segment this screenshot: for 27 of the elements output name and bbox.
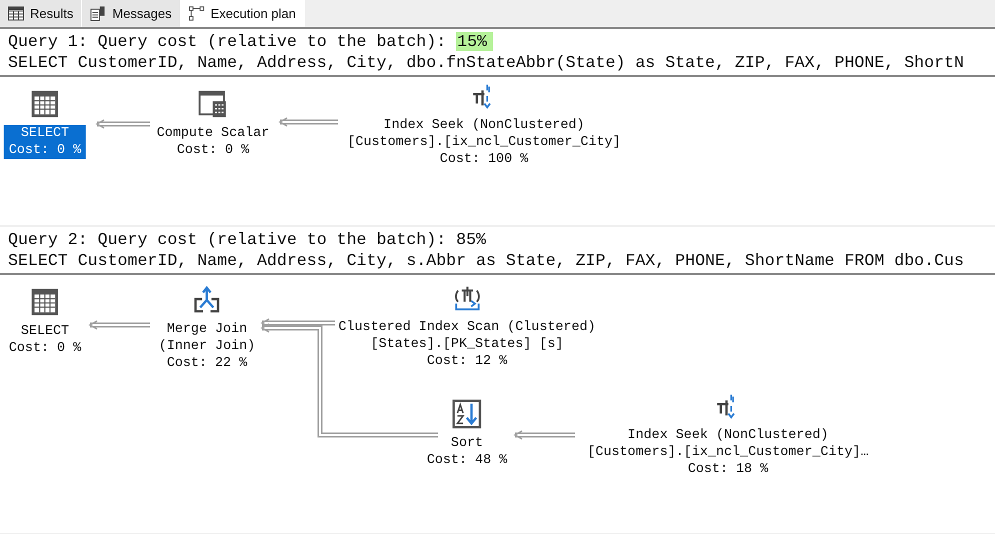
grid-icon [8,6,24,21]
plan-operator-label[interactable]: Index Seek (NonClustered) [Customers].[ix_ncl_Customer_City] Cost: 100 % [342,117,626,168]
calculator-window-icon [198,89,228,119]
plan-operator-label[interactable]: Sort Cost: 48 % [422,435,512,469]
query-text: SELECT CustomerID, Name, Address, City, dbo.fnStateAbbr(State) as State, ZIP, FAX, PHONE, ShortN [8,52,965,73]
plan-operator-label[interactable]: SELECT Cost: 0 % [4,323,86,357]
flow-arrow [513,430,575,440]
plan-operator-label[interactable]: Compute Scalar Cost: 0 % [152,125,274,159]
plan-icon [188,6,205,21]
result-tab[interactable]: Execution plan [180,0,305,27]
document-icon [90,6,106,21]
table-icon [30,89,60,119]
flow-arrow [88,320,150,330]
plan-operator-label[interactable]: SELECT Cost: 0 % [4,125,86,159]
query-text: SELECT CustomerID, Name, Address, City, s.Abbr as State, ZIP, FAX, PHONE, ShortName FROM dbo.Cus [8,250,965,271]
query-cost-heading: Query 1: Query cost (relative to the batch): 15% [8,31,995,52]
merge-join-icon [192,285,222,315]
plan-operator-label[interactable]: Index Seek (NonClustered) [Customers].[ix_ncl_Customer_City]… Cost: 18 % [582,427,874,478]
result-tab[interactable]: Results [0,0,82,27]
sort-icon [452,399,482,429]
plan-operator-label[interactable]: Clustered Index Scan (Clustered) [States].[PK_States] [s] Cost: 12 % [333,319,601,370]
result-tab[interactable]: Messages [82,0,181,27]
query-cost-heading: Query 2: Query cost (relative to the batch): 85% [8,229,487,250]
flow-arrow [278,117,338,127]
flow-arrow [95,119,150,129]
table-icon [30,287,60,317]
plan-operator-label[interactable]: Merge Join (Inner Join) Cost: 22 % [154,321,260,372]
